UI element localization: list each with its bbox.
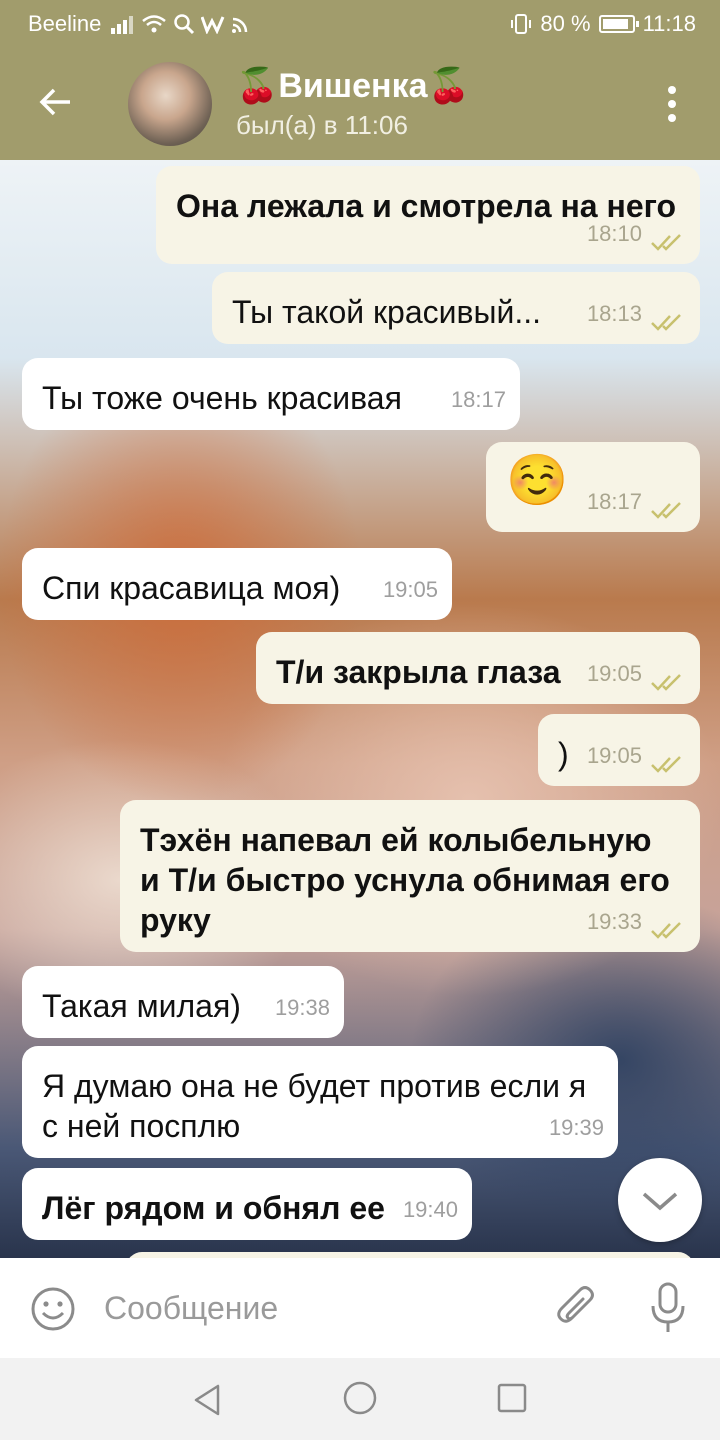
- read-checks-icon: [651, 922, 681, 939]
- message-text: Я думаю она не будет против если я с ней…: [42, 1068, 587, 1144]
- message-outgoing[interactable]: Ты такой красивый... 18:13: [212, 272, 700, 344]
- message-text: Спи красавица моя): [42, 570, 341, 606]
- message-text: Ты тоже очень красивая: [42, 380, 402, 416]
- carrier-label: Beeline: [28, 11, 102, 36]
- nav-home-icon[interactable]: [342, 1380, 378, 1416]
- message-composer: Сообщение: [0, 1258, 720, 1358]
- signal-icon: [111, 16, 134, 34]
- message-time: 19:05: [586, 743, 642, 768]
- avatar[interactable]: [128, 62, 212, 146]
- nav-recents-icon[interactable]: [496, 1382, 528, 1414]
- battery-percent: 80 %: [540, 11, 591, 36]
- clock: 11:18: [642, 11, 696, 36]
- attach-icon[interactable]: [554, 1284, 600, 1332]
- message-time: 18:17: [586, 489, 642, 514]
- cast-icon: [232, 17, 248, 33]
- nav-back-icon[interactable]: [188, 1380, 228, 1420]
- status-icons: [111, 13, 251, 35]
- message-outgoing[interactable]: ☺️ 18:17: [486, 442, 700, 532]
- read-checks-icon: [651, 234, 681, 251]
- search-status-icon: [174, 14, 195, 35]
- message-outgoing[interactable]: Она лежала и смотрела на него 18:10: [156, 166, 700, 264]
- message-time: 18:17: [450, 387, 506, 412]
- read-checks-icon: [651, 674, 681, 691]
- emoji-icon[interactable]: [30, 1286, 76, 1332]
- message-time: 18:13: [586, 301, 642, 326]
- message-incoming[interactable]: Я думаю она не будет против если я с ней…: [22, 1046, 618, 1158]
- w-app-icon: [201, 16, 225, 34]
- message-text: Лёг рядом и обнял ее: [42, 1190, 385, 1226]
- message-time: 19:39: [548, 1115, 604, 1140]
- read-checks-icon: [651, 314, 681, 331]
- mic-icon[interactable]: [648, 1282, 688, 1334]
- read-checks-icon: [651, 756, 681, 773]
- wifi-icon: [142, 15, 167, 33]
- status-bar: Beeline 80 % 11:18: [0, 0, 720, 48]
- message-input[interactable]: Сообщение: [104, 1290, 278, 1327]
- back-arrow-icon[interactable]: [36, 82, 76, 122]
- system-nav-bar: [0, 1358, 720, 1440]
- message-time: 19:40: [402, 1197, 458, 1222]
- battery-icon: [598, 15, 639, 33]
- message-time: 19:38: [274, 995, 330, 1020]
- chat-title[interactable]: 🍒Вишенка🍒: [236, 66, 470, 106]
- message-incoming[interactable]: Спи красавица моя) 19:05: [22, 548, 452, 620]
- message-time: 19:05: [382, 577, 438, 602]
- message-incoming[interactable]: Лёг рядом и обнял ее 19:40: [22, 1168, 472, 1240]
- read-checks-icon: [651, 502, 681, 519]
- chat-header: 🍒Вишенка🍒 был(а) в 11:06: [0, 48, 720, 160]
- message-list[interactable]: Она лежала и смотрела на него 18:10 Ты т…: [0, 160, 720, 1258]
- scroll-down-icon: [642, 1192, 678, 1211]
- message-time: 19:33: [586, 909, 642, 934]
- message-incoming[interactable]: Ты тоже очень красивая 18:17: [22, 358, 520, 430]
- message-outgoing[interactable]: ) 19:05: [538, 714, 700, 786]
- last-seen-status: был(а) в 11:06: [236, 110, 408, 140]
- scroll-down-button[interactable]: [618, 1158, 702, 1242]
- message-time: 19:05: [586, 661, 642, 686]
- vibrate-icon: [511, 14, 532, 34]
- message-incoming[interactable]: Такая милая) 19:38: [22, 966, 344, 1038]
- message-outgoing[interactable]: Т/и закрыла глаза 19:05: [256, 632, 700, 704]
- more-vert-icon[interactable]: [668, 86, 678, 126]
- message-outgoing[interactable]: Тэхён напевал ей колыбельную и Т/и быстр…: [120, 800, 700, 952]
- message-time: 18:10: [586, 221, 642, 246]
